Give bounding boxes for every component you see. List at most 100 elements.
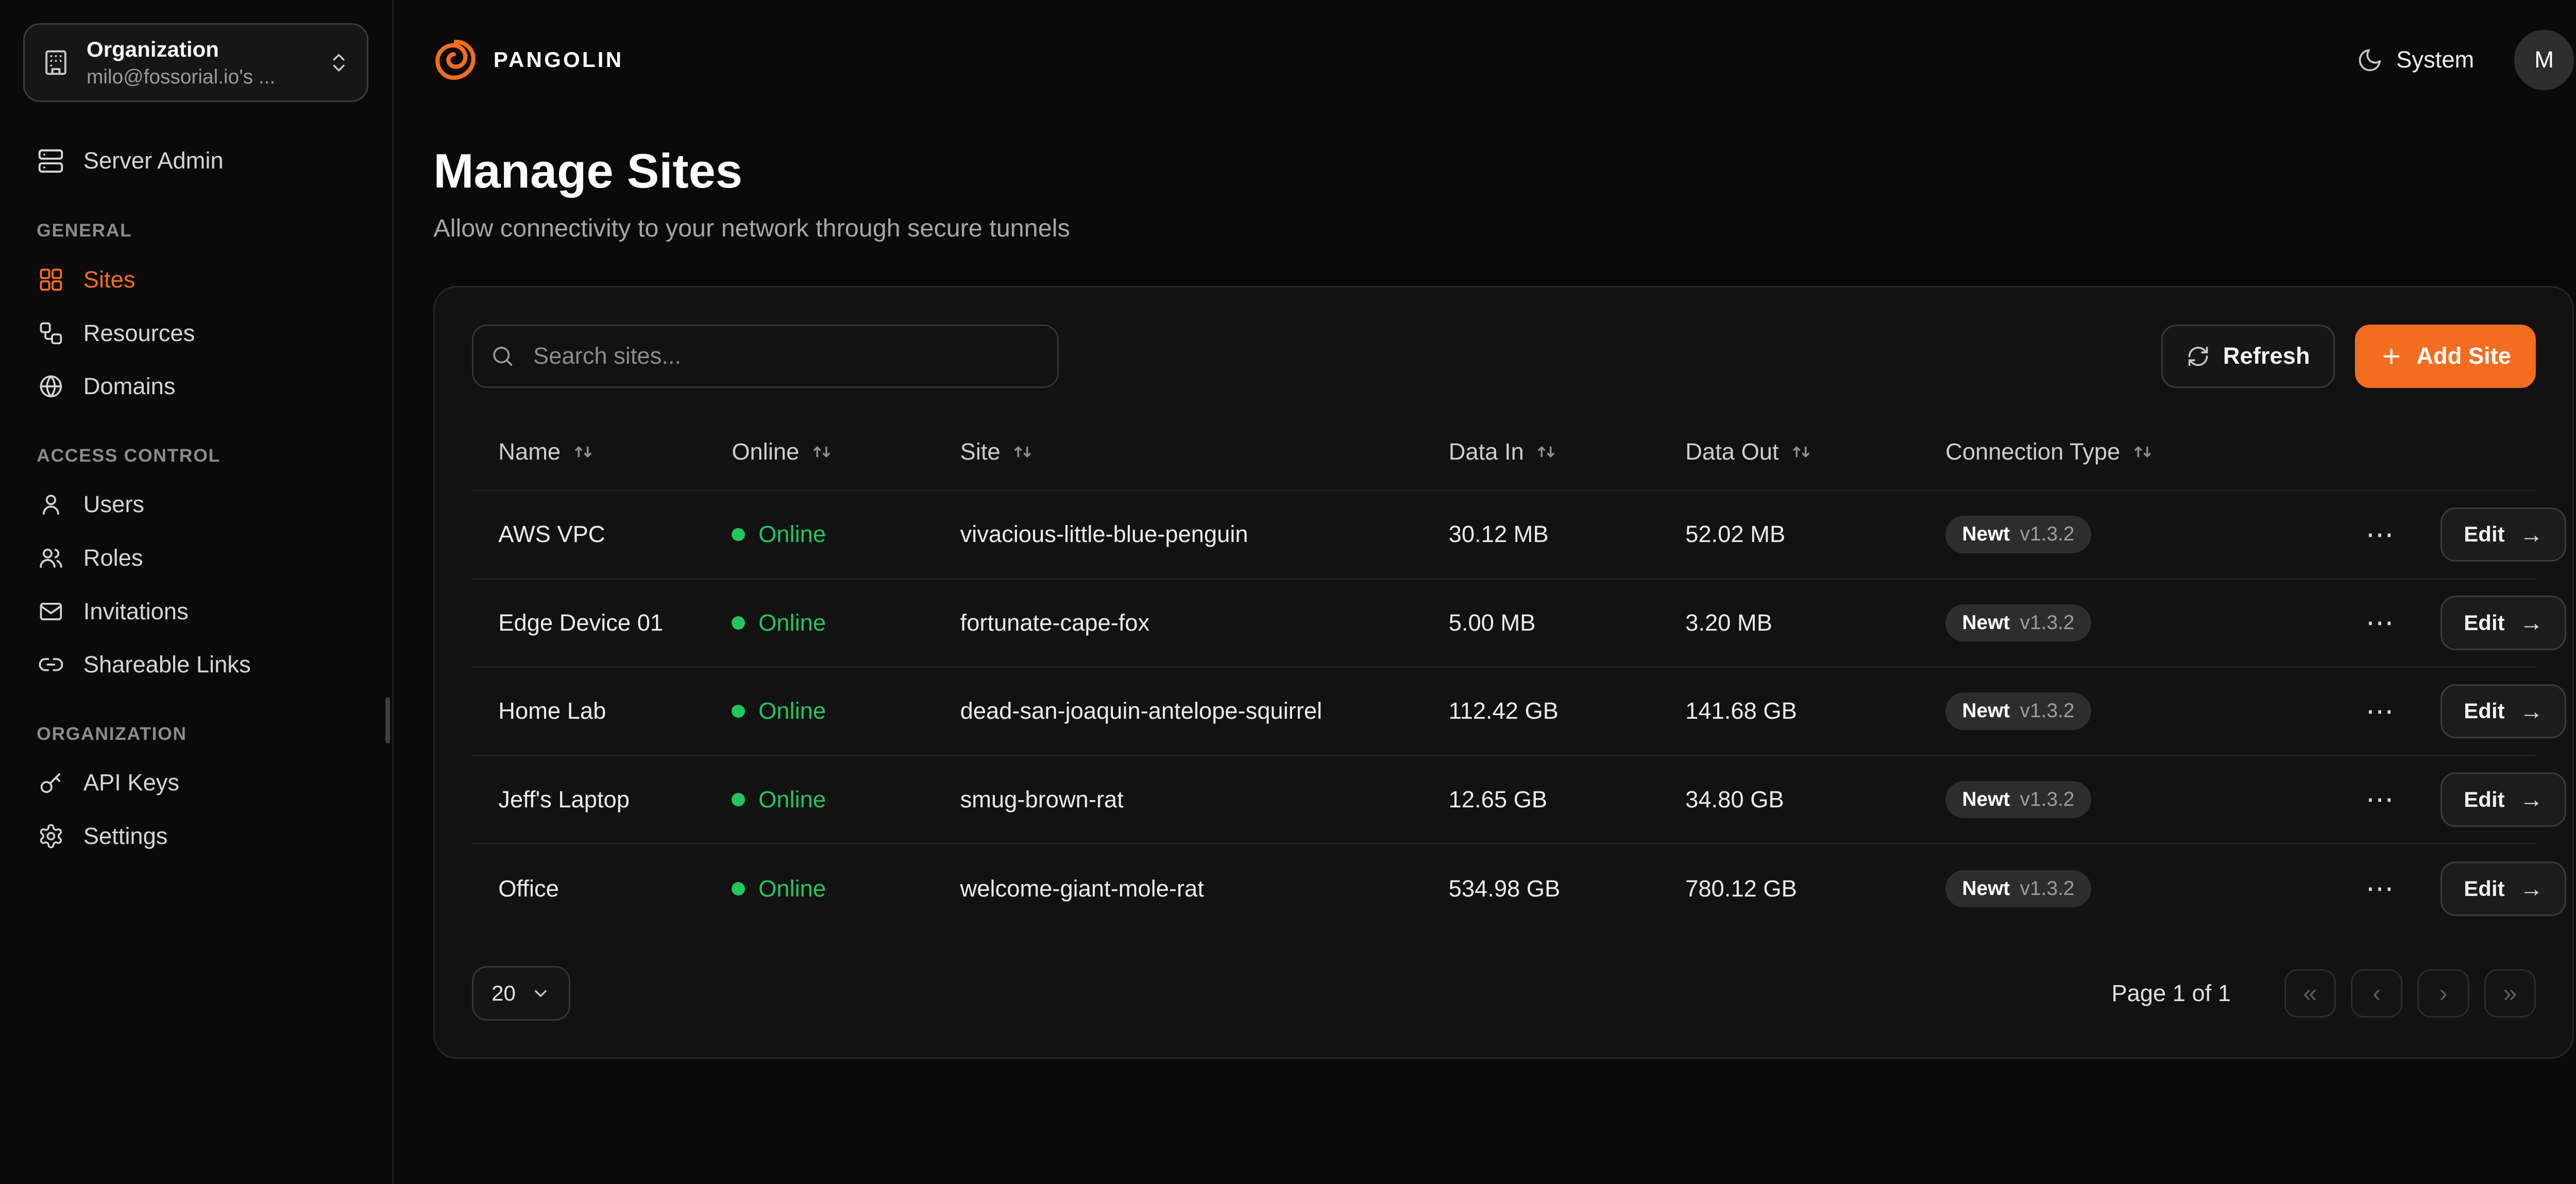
theme-selector[interactable]: System (2357, 46, 2475, 73)
next-page-button[interactable]: › (2417, 969, 2469, 1018)
edit-button[interactable]: Edit→ (2441, 684, 2566, 739)
page-content: Manage Sites Allow connectivity to your … (394, 107, 2576, 1099)
avatar[interactable]: M (2514, 30, 2574, 90)
sidebar-item-users[interactable]: Users (23, 479, 368, 529)
sidebar-item-roles[interactable]: Roles (23, 533, 368, 583)
column-header-name[interactable]: Name (498, 438, 732, 465)
page-info: Page 1 of 1 (2111, 980, 2231, 1007)
status-label: Online (758, 875, 826, 902)
column-header-data-out[interactable]: Data Out (1685, 438, 1945, 465)
sidebar-item-invitations[interactable]: Invitations (23, 586, 368, 636)
sidebar-nav: Server Admin GENERAL Sites Resources Do (23, 135, 368, 861)
top-bar: PANGOLIN System M (394, 0, 2576, 107)
column-header-data-in[interactable]: Data In (1449, 438, 1686, 465)
first-page-button[interactable]: « (2284, 969, 2336, 1018)
refresh-label: Refresh (2223, 343, 2310, 369)
row-actions: ⋯ Edit→ (2359, 508, 2566, 562)
sidebar-item-domains[interactable]: Domains (23, 362, 368, 412)
row-menu-button[interactable]: ⋯ (2359, 517, 2401, 552)
site-name: Office (498, 875, 732, 902)
search-icon (490, 344, 515, 369)
edit-label: Edit (2464, 787, 2504, 812)
site-status: Online (732, 875, 960, 902)
status-label: Online (758, 521, 826, 548)
connection-type-badge: Newtv1.3.2 (1945, 516, 2091, 553)
row-actions: ⋯ Edit → (2359, 772, 2566, 827)
column-header-connection-type[interactable]: Connection Type (1945, 438, 2359, 465)
connection-type-badge: Newtv1.3.2 (1945, 870, 2091, 907)
arrow-right-icon: → (2520, 611, 2543, 634)
data-in-value: 112.42 GB (1449, 698, 1686, 724)
data-in-value: 12.65 GB (1449, 786, 1686, 813)
connection-type-name: Newt (1962, 788, 2010, 812)
data-in-value: 30.12 MB (1449, 521, 1686, 548)
arrow-right-icon: → (2520, 877, 2543, 900)
refresh-button[interactable]: Refresh (2161, 325, 2334, 388)
org-value: milo@fossorial.io's ... (87, 66, 310, 89)
data-out-value: 34.80 GB (1685, 786, 1945, 813)
org-texts: Organization milo@fossorial.io's ... (87, 37, 310, 89)
brand-name: PANGOLIN (494, 47, 623, 72)
sidebar-item-label: Users (83, 491, 144, 518)
connection-version: v1.3.2 (2020, 788, 2075, 812)
sort-icon (572, 441, 594, 463)
sidebar-item-resources[interactable]: Resources (23, 308, 368, 358)
sidebar-item-label: Domains (83, 373, 176, 400)
table-row: Office Online welcome-giant-mole-rat 534… (472, 844, 2536, 933)
sidebar-item-shareable-links[interactable]: Shareable Links (23, 640, 368, 690)
gear-icon (37, 823, 65, 850)
connection-type-badge: Newtv1.3.2 (1945, 692, 2091, 730)
connection-type-cell: Newt v1.3.2 (1945, 781, 2359, 818)
site-status: Online (732, 786, 960, 813)
edit-button[interactable]: Edit→ (2441, 508, 2566, 562)
connection-type-cell: Newtv1.3.2 (1945, 692, 2359, 730)
arrow-right-icon: → (2520, 788, 2543, 811)
key-icon (37, 769, 65, 796)
last-page-button[interactable]: » (2484, 969, 2536, 1018)
edit-button[interactable]: Edit→ (2441, 861, 2566, 916)
avatar-initial: M (2534, 46, 2554, 73)
site-name: AWS VPC (498, 521, 732, 548)
site-tunnel-id: dead-san-joaquin-antelope-squirrel (960, 698, 1449, 724)
row-menu-button[interactable]: ⋯ (2359, 605, 2401, 640)
row-menu-button[interactable]: ⋯ (2359, 694, 2401, 729)
sidebar-item-settings[interactable]: Settings (23, 811, 368, 861)
previous-page-button[interactable]: ‹ (2351, 969, 2402, 1018)
chevrons-up-down-icon (327, 51, 350, 74)
row-menu-button[interactable]: ⋯ (2359, 782, 2401, 817)
edit-button[interactable]: Edit→ (2441, 596, 2566, 650)
connection-type-badge: Newt v1.3.2 (1945, 781, 2091, 818)
sidebar-item-label: Roles (83, 545, 143, 571)
site-tunnel-id: smug-brown-rat (960, 786, 1449, 813)
online-dot-icon (732, 882, 745, 895)
row-actions: ⋯ Edit→ (2359, 861, 2566, 916)
site-name: Jeff's Laptop (498, 786, 732, 813)
column-label: Site (960, 438, 1001, 465)
page-size-select[interactable]: 20 (472, 966, 571, 1021)
site-tunnel-id: vivacious-little-blue-penguin (960, 521, 1449, 548)
row-menu-button[interactable]: ⋯ (2359, 871, 2401, 906)
pager: « ‹ › » (2284, 969, 2536, 1018)
org-switcher[interactable]: Organization milo@fossorial.io's ... (23, 23, 368, 102)
add-site-button[interactable]: Add Site (2355, 325, 2536, 388)
sidebar-item-server-admin[interactable]: Server Admin (23, 135, 368, 187)
sidebar-scrollbar-thumb[interactable] (385, 697, 391, 744)
sidebar-item-label: Server Admin (83, 147, 224, 174)
section-heading-organization: ORGANIZATION (37, 723, 355, 745)
column-header-online[interactable]: Online (732, 438, 960, 465)
table-body: AWS VPC Online vivacious-little-blue-pen… (472, 491, 2536, 933)
search-input[interactable] (472, 325, 1059, 388)
theme-label: System (2396, 46, 2474, 73)
online-dot-icon (732, 528, 745, 542)
page-subtitle: Allow connectivity to your network throu… (433, 214, 2574, 243)
column-header-site[interactable]: Site (960, 438, 1449, 465)
connection-type-cell: Newtv1.3.2 (1945, 604, 2359, 641)
edit-button[interactable]: Edit → (2441, 772, 2566, 827)
table-row: Home Lab Online dead-san-joaquin-antelop… (472, 668, 2536, 756)
sidebar-item-api-keys[interactable]: API Keys (23, 758, 368, 808)
data-in-value: 534.98 GB (1449, 875, 1686, 902)
edit-label: Edit (2464, 699, 2504, 723)
status-label: Online (758, 698, 826, 724)
sidebar-item-sites[interactable]: Sites (23, 255, 368, 305)
sidebar-item-label: Sites (83, 266, 135, 293)
